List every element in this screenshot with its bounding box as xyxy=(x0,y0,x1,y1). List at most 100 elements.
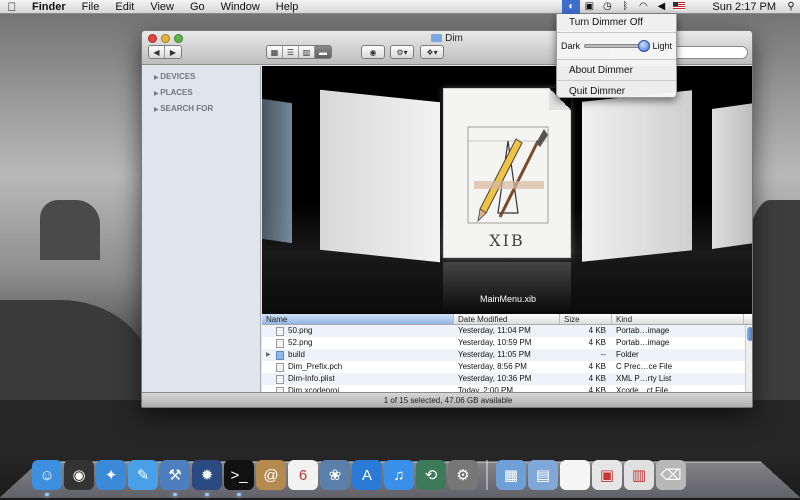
menu-window[interactable]: Window xyxy=(213,0,268,14)
coverflow-item[interactable] xyxy=(262,98,292,244)
file-name-cell: Dim-Info.plist xyxy=(262,373,454,385)
action-button[interactable]: ⚙▾ xyxy=(390,45,414,59)
dashboard-icon[interactable]: ◉ xyxy=(64,460,94,490)
coverflow-view-button[interactable]: ▬ xyxy=(315,46,331,58)
sidebar-places[interactable]: PLACES xyxy=(142,84,260,100)
spotlight-icon[interactable]: ⚲ xyxy=(782,0,800,14)
file-size-cell: 4 KB xyxy=(588,326,606,335)
eye-icon: ◉ xyxy=(369,47,377,57)
sidebar-search-for[interactable]: SEARCH FOR xyxy=(142,100,260,116)
file-kind-cell: Folder xyxy=(616,350,639,359)
display-icon[interactable]: ▣ xyxy=(580,0,598,14)
wifi-icon[interactable]: ◠ xyxy=(634,0,652,14)
dimmer-slider[interactable] xyxy=(584,40,651,52)
dimmer-icon[interactable]: ◐ xyxy=(562,0,581,14)
file-size-cell: -- xyxy=(600,350,606,359)
sidebar-devices[interactable]: DEVICES xyxy=(142,68,260,84)
app-store-icon[interactable]: A xyxy=(352,460,382,490)
ical-icon[interactable]: 6 xyxy=(288,460,318,490)
column-header-date[interactable]: Date Modified xyxy=(454,314,560,324)
table-row[interactable]: 52.png Yesterday, 10:59 PM 4 KB Portab…imag… xyxy=(262,337,752,349)
window-stack-icon[interactable]: ▥ xyxy=(624,460,654,490)
file-kind-cell: C Prec…ce File xyxy=(616,362,673,371)
column-header-kind[interactable]: Kind xyxy=(612,314,744,324)
safari-icon[interactable]: ✦ xyxy=(96,460,126,490)
downloads-stack-icon[interactable]: ▣ xyxy=(592,460,622,490)
file-date-cell: Yesterday, 11:05 PM xyxy=(458,350,531,359)
table-row[interactable]: 50.png Yesterday, 11:04 PM 4 KB Portab…imag… xyxy=(262,325,752,337)
icon-view-button[interactable]: ▦ xyxy=(267,46,283,58)
time-machine-icon[interactable]: ⟲ xyxy=(416,460,446,490)
menu-go[interactable]: Go xyxy=(182,0,213,14)
document-icon[interactable] xyxy=(560,460,590,490)
folder-icon xyxy=(276,350,284,360)
file-name-cell: Dim_Prefix.pch xyxy=(262,361,454,373)
ichat-icon[interactable]: ✎ xyxy=(128,460,158,490)
file-icon xyxy=(276,362,284,372)
file-size-cell: 4 KB xyxy=(588,338,606,347)
menu-help[interactable]: Help xyxy=(268,0,307,14)
about-dimmer-item[interactable]: About Dimmer xyxy=(557,62,676,78)
quit-dimmer-item[interactable]: Quit Dimmer xyxy=(557,83,676,99)
flag-icon[interactable] xyxy=(670,0,688,14)
menu-clock[interactable]: Sun 2:17 PM xyxy=(706,1,782,13)
column-view-button[interactable]: ▥ xyxy=(299,46,315,58)
view-mode-selector: ▦ ☰ ▥ ▬ xyxy=(266,45,332,59)
dimmer-slider-row: Dark Light xyxy=(557,35,676,57)
list-scrollbar[interactable] xyxy=(745,325,752,392)
coverflow-reflection xyxy=(443,262,571,312)
coverflow-selected-item[interactable]: XIB xyxy=(443,88,571,258)
dropbox-icon: ❖▾ xyxy=(426,47,438,57)
file-icon xyxy=(276,338,284,348)
list-view-button[interactable]: ☰ xyxy=(283,46,299,58)
coverflow-item[interactable] xyxy=(712,103,752,249)
file-kind-cell: Portab…image xyxy=(616,338,670,347)
arrange-button[interactable]: ❖▾ xyxy=(420,45,444,59)
itunes-icon[interactable]: ♫ xyxy=(384,460,414,490)
table-row[interactable]: Dim_Prefix.pch Yesterday, 8:56 PM 4 KB C Pr… xyxy=(262,361,752,373)
trash-icon[interactable]: ⌫ xyxy=(656,460,686,490)
dimmer-menu: Turn Dimmer Off Dark Light About Dimmer … xyxy=(556,14,677,98)
gear-icon: ⚙▾ xyxy=(396,47,408,57)
light-label: Light xyxy=(652,41,672,51)
forward-button[interactable]: ▶ xyxy=(165,46,181,58)
back-button[interactable]: ◀ xyxy=(149,46,165,58)
disclosure-triangle-icon[interactable]: ▶ xyxy=(266,349,276,361)
file-icon xyxy=(276,374,284,384)
volume-icon[interactable]: ◀ xyxy=(652,0,670,14)
menu-edit[interactable]: Edit xyxy=(107,0,142,14)
bluetooth-icon[interactable]: ᛒ xyxy=(616,0,634,14)
quick-look-button[interactable]: ◉ xyxy=(361,45,385,59)
interface-builder-icon[interactable]: ✹ xyxy=(192,460,222,496)
xcode-icon[interactable]: ⚒ xyxy=(160,460,190,496)
timemachine-icon[interactable]: ◷ xyxy=(598,0,616,14)
documents-stack-icon[interactable]: ▤ xyxy=(528,460,558,490)
coverflow-caption: MainMenu.xib xyxy=(479,294,537,304)
table-row[interactable]: ▶ build Yesterday, 11:05 PM -- Folder xyxy=(262,349,752,361)
address-book-icon[interactable]: @ xyxy=(256,460,286,490)
menu-view[interactable]: View xyxy=(142,0,182,14)
terminal-icon[interactable]: >_ xyxy=(224,460,254,496)
apple-icon[interactable]:  xyxy=(0,0,24,14)
column-header-name[interactable]: Name xyxy=(262,314,454,324)
xib-label: XIB xyxy=(489,231,525,250)
coverflow-item[interactable] xyxy=(320,89,440,263)
menu-app-name[interactable]: Finder xyxy=(24,0,74,14)
table-row[interactable]: Dim-Info.plist Yesterday, 10:36 PM 4 KB XML… xyxy=(262,373,752,385)
coverflow-item[interactable] xyxy=(582,90,692,262)
status-bar: 1 of 15 selected, 47.06 GB available xyxy=(142,392,752,407)
turn-dimmer-off-item[interactable]: Turn Dimmer Off xyxy=(557,14,676,30)
xib-file-icon xyxy=(467,126,549,224)
dock: ☺ ◉ ✦ ✎ ⚒ ✹ >_ @6 ❀ A ♫ ⟲ ⚙ ▦ ▤ ▣ ▥ ⌫ xyxy=(32,430,772,496)
file-rows: 50.png Yesterday, 11:04 PM 4 KB Portab…imag… xyxy=(262,325,752,397)
finder-icon[interactable]: ☺ xyxy=(32,460,62,496)
file-name: build xyxy=(288,350,305,359)
menu-file[interactable]: File xyxy=(74,0,108,14)
system-preferences-icon[interactable]: ⚙ xyxy=(448,460,478,490)
column-header-size[interactable]: Size xyxy=(560,314,612,324)
coverflow-view[interactable]: XIB MainMenu.xib ◀ ▶ xyxy=(262,66,752,314)
applications-stack-icon[interactable]: ▦ xyxy=(496,460,526,490)
dimmer-slider-thumb[interactable] xyxy=(638,40,651,52)
dock-separator xyxy=(486,460,488,490)
iphoto-icon[interactable]: ❀ xyxy=(320,460,350,490)
